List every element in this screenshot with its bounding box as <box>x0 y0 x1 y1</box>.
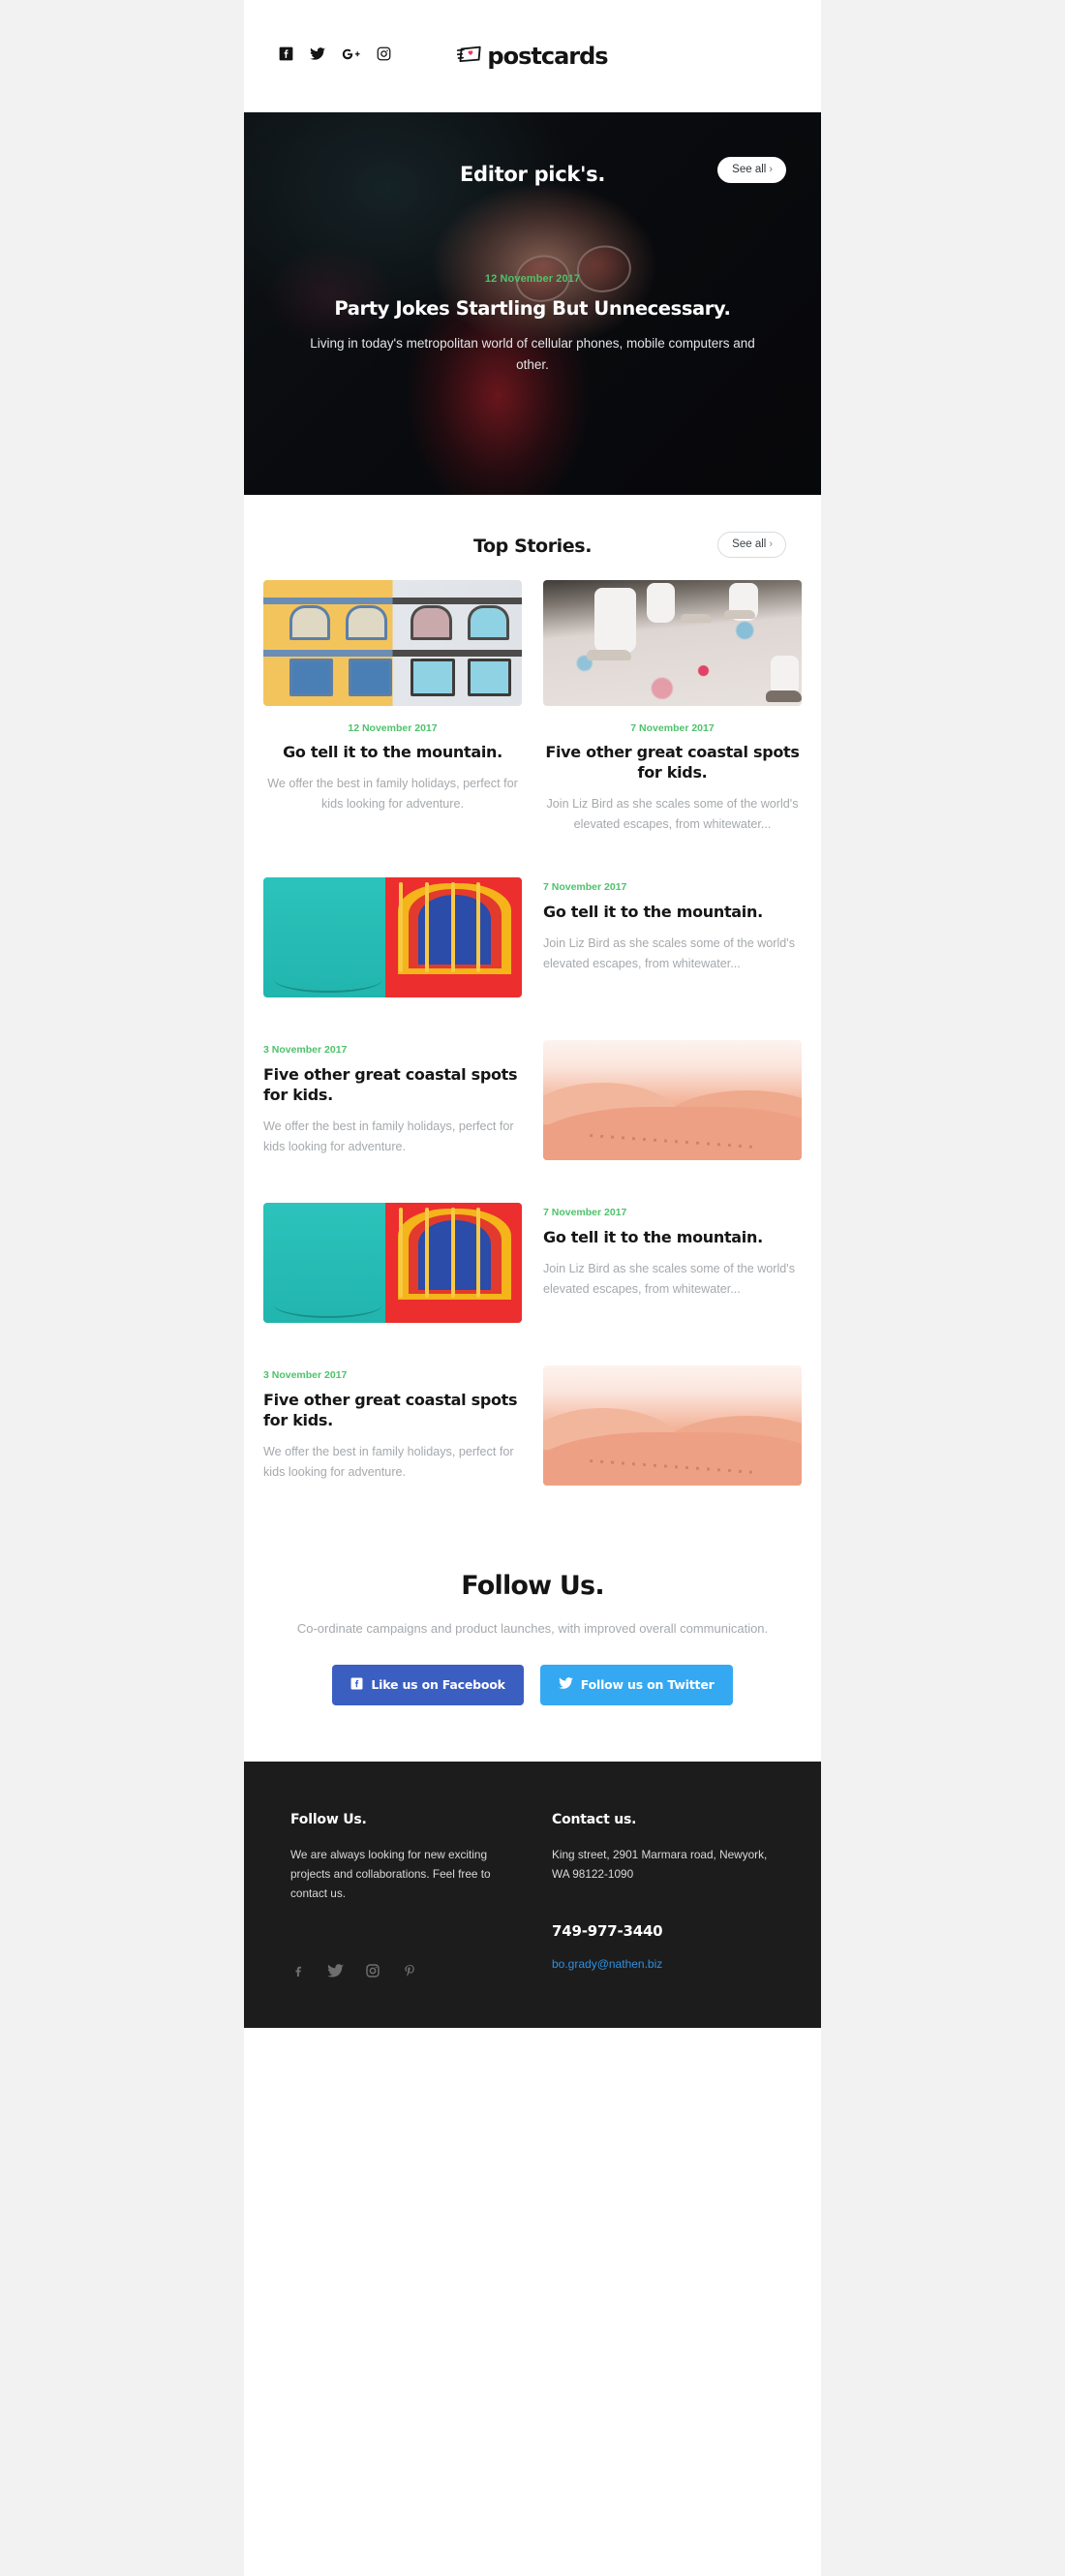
article-row-image <box>543 1365 802 1486</box>
postcard-heart-logo-icon <box>457 45 482 68</box>
hero-header-row: Editor pick's. See all › <box>244 112 821 186</box>
follow-us-title: Follow Us. <box>461 1570 604 1601</box>
hero-subtext: Living in today's metropolitan world of … <box>310 336 755 372</box>
article-row[interactable]: 7 November 2017 Go tell it to the mounta… <box>244 1160 821 1323</box>
top-stories-card-grid: 12 November 2017 Go tell it to the mount… <box>244 557 821 835</box>
article-row-date: 3 November 2017 <box>263 1368 348 1381</box>
follow-us-buttons: Like us on Facebook Follow us on Twitter <box>296 1664 769 1762</box>
article-row-image <box>543 1039 802 1160</box>
article-row-text: Join Liz Bird as she scales some of the … <box>543 1261 795 1296</box>
hero-headline: Party Jokes Startling But Unnecessary. <box>334 297 731 320</box>
follow-us-subtext: Co-ordinate campaigns and product launch… <box>296 1620 769 1636</box>
article-row-image <box>263 1202 522 1323</box>
page-background: postcards Editor pick's. See all › 12 No… <box>0 0 1065 2576</box>
article-row-text: We offer the best in family holidays, pe… <box>263 1119 514 1153</box>
footer-follow-text: We are always looking for new exciting p… <box>290 1847 491 1901</box>
brand-name: postcards <box>487 43 608 70</box>
hero-date: 12 November 2017 <box>484 273 581 285</box>
paint-splatter-artwork <box>543 580 802 706</box>
email-header: postcards <box>244 0 821 112</box>
story-card-date: 12 November 2017 <box>348 722 438 734</box>
footer-address: King street, 2901 Marmara road, Newyork,… <box>552 1847 768 1881</box>
footer-contact-title: Contact us. <box>552 1811 637 1827</box>
hero-see-all-button[interactable]: See all › <box>717 157 786 183</box>
pinterest-icon[interactable] <box>402 1963 417 1983</box>
instagram-icon[interactable] <box>377 46 391 66</box>
like-on-facebook-label: Like us on Facebook <box>371 1677 505 1693</box>
story-card-title: Five other great coastal spots for kids. <box>545 743 800 782</box>
header-social-links <box>279 46 391 66</box>
chevron-right-icon: › <box>769 538 773 550</box>
footer-follow-title: Follow Us. <box>290 1811 367 1827</box>
article-row[interactable]: 3 November 2017 Five other great coastal… <box>244 997 821 1160</box>
article-row-body: 7 November 2017 Go tell it to the mounta… <box>543 877 802 974</box>
article-row-date: 7 November 2017 <box>543 1206 627 1218</box>
follow-on-twitter-button[interactable]: Follow us on Twitter <box>539 1664 733 1705</box>
article-row[interactable]: 3 November 2017 Five other great coastal… <box>244 1323 821 1486</box>
story-card-title: Go tell it to the mountain. <box>283 743 502 761</box>
article-row-body: 3 November 2017 Five other great coastal… <box>263 1040 522 1157</box>
top-stories-title: Top Stories. <box>472 536 593 557</box>
top-stories-header: Top Stories. See all › <box>244 495 821 558</box>
instagram-icon[interactable] <box>365 1963 380 1983</box>
twitter-icon[interactable] <box>327 1964 344 1983</box>
footer-phone[interactable]: 749-977-3440 <box>552 1922 775 1940</box>
story-card[interactable]: 7 November 2017 Five other great coastal… <box>543 580 802 835</box>
desert-dunes-artwork <box>543 1365 802 1486</box>
article-row-media[interactable] <box>543 1039 802 1160</box>
story-card-text: Join Liz Bird as she scales some of the … <box>546 797 799 831</box>
desert-dunes-artwork <box>543 1039 802 1160</box>
footer-social-links <box>290 1963 513 1983</box>
article-row-media[interactable] <box>543 1365 802 1486</box>
article-row-title: Go tell it to the mountain. <box>543 1227 763 1246</box>
story-card-image[interactable] <box>263 580 522 706</box>
article-row-body: 7 November 2017 Go tell it to the mounta… <box>543 1203 802 1300</box>
like-on-facebook-button[interactable]: Like us on Facebook <box>332 1664 524 1705</box>
email-container: postcards Editor pick's. See all › 12 No… <box>244 0 821 2576</box>
hero-section: Editor pick's. See all › 12 November 201… <box>244 112 821 495</box>
article-row-date: 3 November 2017 <box>263 1043 348 1056</box>
story-card-date: 7 November 2017 <box>630 722 715 734</box>
article-row-text: We offer the best in family holidays, pe… <box>263 1444 514 1479</box>
article-row-title: Five other great coastal spots for kids. <box>263 1390 518 1429</box>
email-footer: Follow Us. We are always looking for new… <box>244 1761 821 2029</box>
twitter-icon <box>558 1676 573 1693</box>
hero-content: 12 November 2017 Party Jokes Startling B… <box>244 186 821 376</box>
building-facade-artwork <box>263 580 522 706</box>
follow-us-section: Follow Us. Co-ordinate campaigns and pro… <box>244 1486 821 1762</box>
top-stories-see-all-button[interactable]: See all › <box>717 532 786 558</box>
teal-window-artwork <box>263 876 522 997</box>
footer-email-link[interactable]: bo.grady@nathen.biz <box>552 1957 662 1971</box>
story-card-text: We offer the best in family holidays, pe… <box>267 777 518 811</box>
teal-window-artwork <box>263 1202 522 1323</box>
facebook-icon[interactable] <box>279 46 293 66</box>
article-row-title: Five other great coastal spots for kids. <box>263 1064 518 1104</box>
article-row-title: Go tell it to the mountain. <box>543 902 763 921</box>
follow-on-twitter-label: Follow us on Twitter <box>580 1677 715 1693</box>
footer-contact-column: Contact us. King street, 2901 Marmara ro… <box>552 1812 775 1984</box>
story-card-image[interactable] <box>543 580 802 706</box>
article-row-body: 3 November 2017 Five other great coastal… <box>263 1365 522 1483</box>
article-row-text: Join Liz Bird as she scales some of the … <box>543 935 795 970</box>
google-plus-icon[interactable] <box>342 47 360 66</box>
footer-follow-column: Follow Us. We are always looking for new… <box>290 1812 513 1984</box>
top-stories-see-all-label: See all <box>732 538 767 550</box>
facebook-icon <box>350 1677 363 1693</box>
hero-see-all-label: See all <box>732 164 767 175</box>
article-row-media[interactable] <box>263 1202 522 1323</box>
twitter-icon[interactable] <box>310 46 325 66</box>
hero-section-title: Editor pick's. <box>459 163 606 186</box>
chevron-right-icon: › <box>769 164 773 175</box>
article-row-image <box>263 876 522 997</box>
article-row-date: 7 November 2017 <box>543 880 627 893</box>
article-row[interactable]: 7 November 2017 Go tell it to the mounta… <box>244 835 821 997</box>
article-row-media[interactable] <box>263 876 522 997</box>
story-card[interactable]: 12 November 2017 Go tell it to the mount… <box>263 580 522 835</box>
facebook-icon[interactable] <box>290 1963 306 1983</box>
